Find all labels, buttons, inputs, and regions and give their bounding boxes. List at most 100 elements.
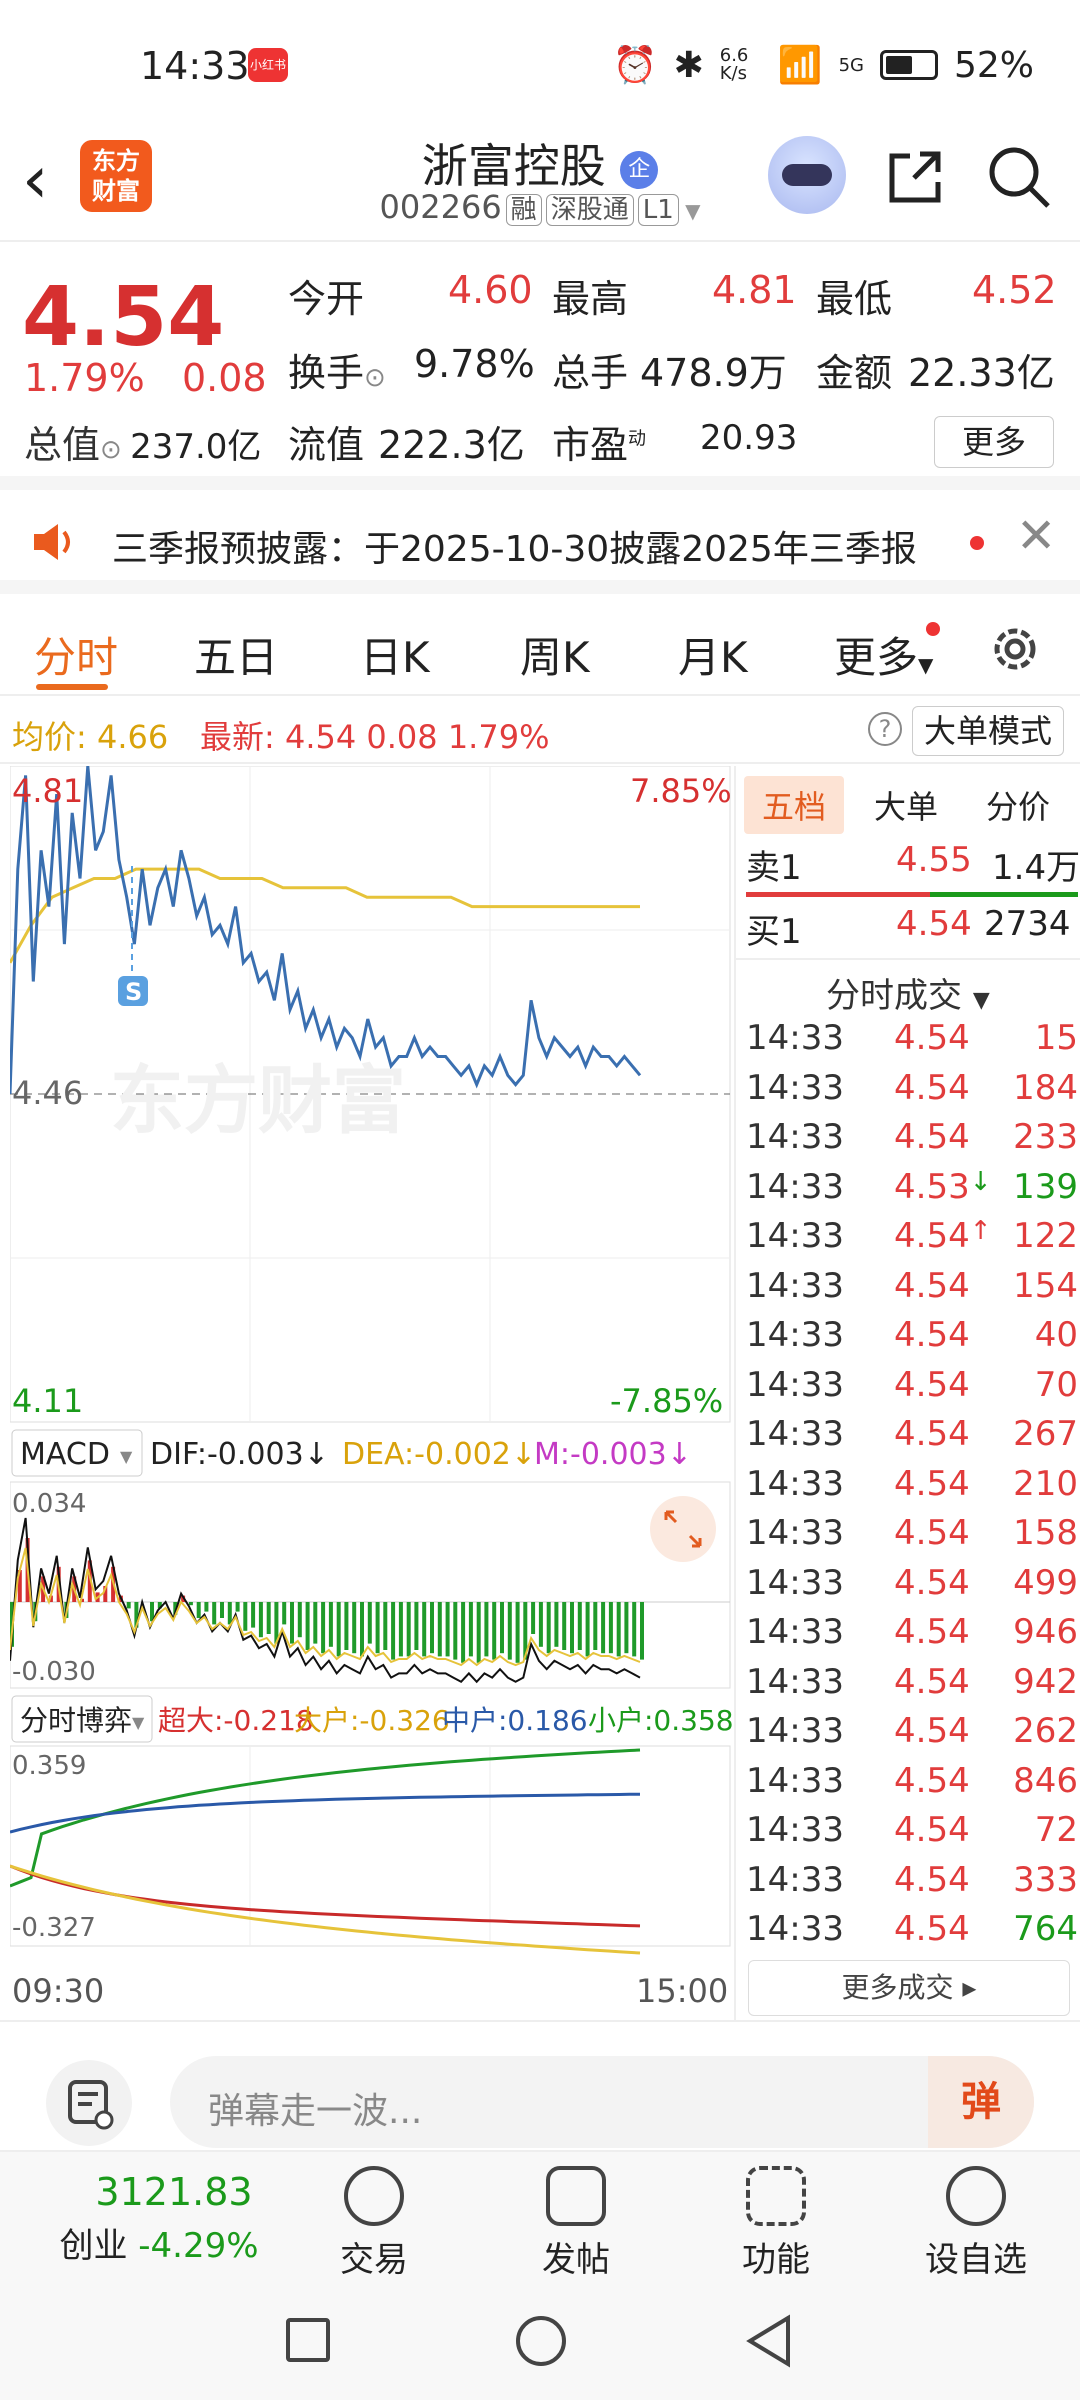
margin-tag: 融: [505, 194, 542, 226]
macd-bar: [313, 1602, 318, 1644]
back-nav-button[interactable]: [744, 2314, 794, 2368]
float-label: 流值: [288, 423, 365, 467]
price-info-bar: 均价: 4.66 最新: 4.54 0.08 1.79% ? 大单模式: [0, 698, 1080, 764]
macd-bar: [484, 1602, 489, 1657]
trade-row: 14:33 4.54 942: [746, 1661, 1078, 1702]
ai-assistant-icon[interactable]: [768, 136, 846, 214]
more-button[interactable]: 更多: [934, 416, 1054, 468]
macd-bar: [453, 1602, 458, 1660]
settings-icon[interactable]: [988, 622, 1042, 676]
avg-price: 均价: 4.66: [12, 718, 169, 756]
comment-list-icon[interactable]: [46, 2060, 132, 2146]
macd-bottom-label: -0.030: [12, 1657, 96, 1687]
tab-five-day[interactable]: 五日: [194, 624, 278, 685]
macd-bar: [290, 1602, 294, 1644]
trade-row: 14:33 4.54 184: [746, 1067, 1078, 1108]
trade-row: 14:33 4.54 15: [746, 1018, 1078, 1058]
macd-bar: [507, 1602, 512, 1660]
macd-bar: [414, 1602, 419, 1650]
alarm-icon: ⏰: [612, 45, 658, 86]
macd-bar: [352, 1602, 357, 1654]
tab-monthly-k[interactable]: 月K: [678, 624, 748, 685]
danmaku-send-button[interactable]: 弹: [928, 2056, 1034, 2148]
macd-bar: [461, 1602, 466, 1663]
nav-add-watchlist[interactable]: 设自选: [896, 2152, 1056, 2281]
stock-name: 浙富控股: [421, 139, 606, 193]
macd-bar: [601, 1602, 606, 1654]
mid-price-label: 4.46: [12, 1074, 83, 1112]
macd-bar: [235, 1602, 240, 1612]
nav-functions[interactable]: 功能: [696, 2152, 856, 2281]
active-tab-underline: [36, 684, 108, 690]
tab-more[interactable]: 更多▼: [834, 624, 933, 685]
enterprise-badge: 企: [620, 150, 659, 189]
speaker-icon: [34, 524, 70, 560]
macd-top-label: 0.034: [12, 1489, 86, 1519]
recent-apps-button[interactable]: [286, 2318, 330, 2362]
tab-weekly-k[interactable]: 周K: [520, 624, 590, 685]
macd-bar: [593, 1602, 598, 1650]
trade-row: 14:33 4.54 267: [746, 1414, 1078, 1454]
notice-text: 三季报预披露：于2025-10-30披露2025年三季报: [112, 529, 917, 570]
home-button[interactable]: [516, 2316, 566, 2366]
macd-bar: [554, 1602, 559, 1647]
trade-row: 14:33 4.54 158: [746, 1513, 1078, 1553]
amount-label: 金额: [816, 351, 893, 395]
chart-canvas[interactable]: 东方财富 S 4.81 7.85% 4.46 4.11 -7.85% MACD …: [8, 765, 734, 2020]
battery-percent: 52%: [953, 44, 1034, 86]
search-icon[interactable]: [986, 144, 1052, 210]
pe-value: 20.93: [700, 418, 798, 458]
tab-daily-k[interactable]: 日K: [360, 624, 430, 685]
macd-bar: [282, 1602, 287, 1625]
help-icon[interactable]: ?: [868, 712, 902, 746]
trades-header[interactable]: 分时成交 ▼: [826, 968, 990, 1017]
big-order-mode-button[interactable]: 大单模式: [912, 706, 1064, 756]
trade-row: 14:33 4.54 333: [746, 1859, 1078, 1900]
svg-text:S: S: [125, 978, 142, 1006]
order-book-tabs: 五档 大单 分价: [736, 770, 1080, 834]
trade-row: 14:33 4.54 233: [746, 1117, 1078, 1157]
boyi-xiaohu: 小户:0.358: [588, 1704, 732, 1737]
macd-bar: [468, 1602, 473, 1657]
open-label: 今开: [288, 277, 365, 321]
notice-bar[interactable]: 三季报预披露：于2025-10-30披露2025年三季报 ✕: [0, 490, 1080, 594]
nav-trade[interactable]: 交易: [294, 2152, 454, 2281]
macd-bar: [297, 1602, 302, 1638]
macd-bar: [196, 1602, 201, 1618]
macd-dea: DEA:-0.002↓: [342, 1437, 536, 1472]
unread-dot: [970, 536, 984, 550]
tab-five-levels[interactable]: 五档: [744, 776, 845, 834]
macd-dif: DIF:-0.003↓: [150, 1437, 329, 1472]
expand-icon[interactable]: [650, 1496, 716, 1562]
market-cap[interactable]: 总值⊙ 237.0亿: [24, 414, 261, 469]
trade-row: 14:33 4.54 262: [746, 1711, 1078, 1751]
share-icon[interactable]: [884, 146, 946, 208]
macd-bar: [204, 1602, 209, 1612]
close-icon[interactable]: ✕: [1016, 508, 1056, 564]
boyi-top-label: 0.359: [12, 1751, 86, 1781]
tab-price-split[interactable]: 分价: [986, 782, 1050, 828]
macd-bar: [367, 1602, 372, 1644]
tab-intraday[interactable]: 分时: [34, 624, 118, 685]
macd-bar: [531, 1602, 536, 1634]
edit-icon: [546, 2166, 606, 2226]
macd-bar: [632, 1602, 637, 1657]
intraday-chart-area[interactable]: 东方财富 S 4.81 7.85% 4.46 4.11 -7.85% MACD …: [8, 765, 734, 2020]
sell1-row: 卖1 4.55 1.4万: [746, 840, 1080, 888]
danmaku-input[interactable]: 弹幕走一波... 弹: [170, 2056, 1034, 2148]
macd-bar: [577, 1602, 582, 1650]
index-ticker[interactable]: 3121.83 创业 -4.29%: [24, 2170, 294, 2267]
level-tag: L1: [637, 194, 679, 226]
status-bar: 14:33 小红书 ⏰ ✱ 6.6 K/s 📶 5G 52%: [0, 0, 1080, 130]
tab-big-orders[interactable]: 大单: [874, 782, 938, 828]
nav-post[interactable]: 发帖: [496, 2152, 656, 2281]
more-trades-button[interactable]: 更多成交 ▸: [748, 1960, 1070, 2016]
macd-bar: [562, 1602, 567, 1650]
macd-bar: [515, 1602, 520, 1663]
grid-icon: [746, 2166, 806, 2226]
net-speed: 6.6 K/s: [719, 45, 749, 84]
last-price: 4.54: [22, 270, 225, 365]
macd-bar: [538, 1602, 543, 1647]
macd-bar: [126, 1602, 131, 1609]
turnover-value: 9.78%: [414, 342, 535, 386]
